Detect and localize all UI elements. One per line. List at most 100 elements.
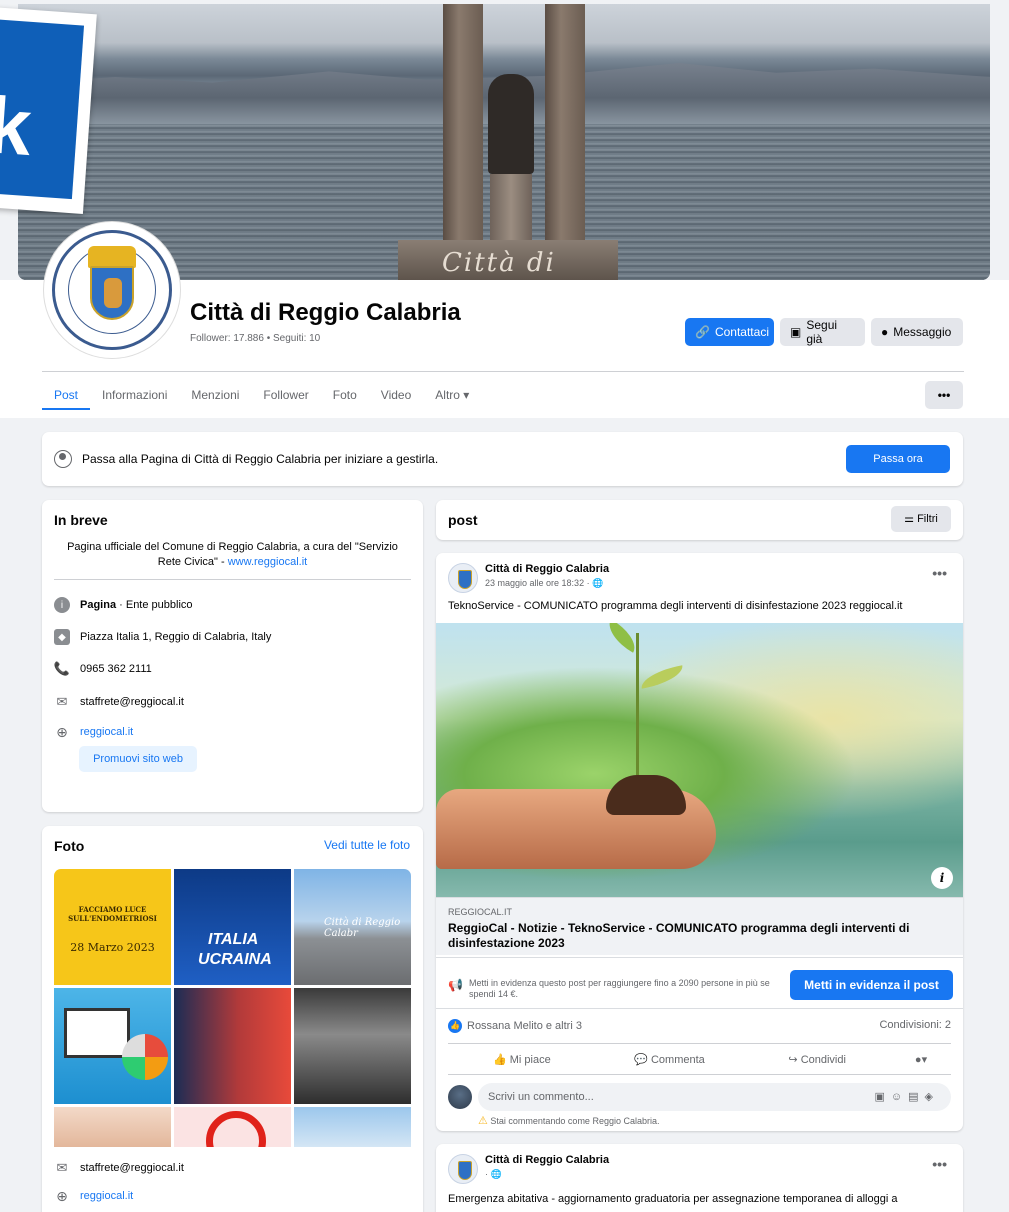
link-icon: 🔗: [695, 325, 710, 339]
intro-phone-row: 📞 0965 362 2111: [54, 660, 152, 678]
switch-page-banner: Passa alla Pagina di Città di Reggio Cal…: [42, 432, 963, 486]
switch-now-button[interactable]: Passa ora: [846, 445, 950, 473]
intro-address-row: ◆ Piazza Italia 1, Reggio di Calabria, I…: [54, 628, 271, 646]
photo3-text: Città di Reggio Calabr: [324, 917, 401, 939]
page-avatar[interactable]: [44, 222, 180, 358]
comment-button-label: Commenta: [650, 1053, 705, 1066]
photo-thumbnail[interactable]: [294, 1107, 411, 1147]
emoji-icon[interactable]: ☺: [891, 1091, 908, 1103]
photo-thumbnail[interactable]: ITALIA UCRAINA: [174, 869, 291, 985]
info-icon: i: [54, 597, 70, 613]
tab-follower[interactable]: Follower: [251, 380, 320, 410]
tab-post[interactable]: Post: [42, 380, 91, 410]
post-timestamp[interactable]: · 🌐: [485, 1169, 502, 1180]
info-icon[interactable]: i: [931, 867, 953, 889]
photo1-date: 28 Marzo 2023: [70, 941, 155, 954]
intro-email[interactable]: staffrete@reggiocal.it: [80, 696, 184, 708]
photo-thumbnail[interactable]: [54, 1107, 171, 1147]
following-button[interactable]: ▣ Segui già: [780, 318, 865, 346]
seedling-leaf: [638, 665, 686, 689]
intro-card: In breve Pagina ufficiale del Comune di …: [42, 500, 423, 812]
reactions-text: Rossana Melito e altri 3: [467, 1020, 582, 1032]
share-button-label: Condividi: [800, 1053, 846, 1066]
post-author-avatar[interactable]: [448, 1154, 478, 1184]
photo1-title: FACCIAMO LUCE SULL'ENDOMETRIOSI: [68, 905, 157, 923]
post-author-name[interactable]: Città di Reggio Calabria: [485, 1154, 609, 1166]
post-timestamp[interactable]: 23 maggio alle ore 18:32 · 🌐: [485, 578, 603, 589]
page-tabs: Post Informazioni Menzioni Follower Foto…: [42, 380, 481, 410]
follow-check-icon: ▣: [790, 325, 802, 339]
prohibited-sign-icon: [206, 1111, 266, 1147]
intro-divider: [54, 579, 411, 580]
sticker-icon[interactable]: ▣: [874, 1091, 890, 1103]
post-as-selector[interactable]: ●▾: [891, 1053, 951, 1066]
tab-menzioni[interactable]: Menzioni: [179, 380, 251, 410]
page-avatar-mini-icon: ●▾: [914, 1053, 928, 1066]
post-more-icon[interactable]: •••: [932, 565, 947, 581]
intro-website-row: ⊕ reggiocal.it: [54, 723, 133, 741]
filters-button-label: Filtri: [917, 513, 938, 525]
like-button-label: Mi piace: [509, 1053, 551, 1066]
post-card: Città di Reggio Calabria 23 maggio alle …: [436, 553, 963, 1131]
photos-website-link[interactable]: reggiocal.it: [80, 1190, 133, 1202]
see-all-photos-link[interactable]: Vedi tutte le foto: [324, 838, 410, 852]
photo2-line1: ITALIA: [208, 931, 259, 948]
link-title: ReggioCal - Notizie - TeknoService - COM…: [448, 921, 910, 950]
cover-statue: [488, 74, 534, 174]
tab-altro[interactable]: Altro ▾: [423, 380, 481, 410]
seedling-stem: [636, 633, 639, 783]
cover-statue-base: [490, 174, 532, 244]
post-author-name[interactable]: Città di Reggio Calabria: [485, 563, 609, 575]
photo-thumbnail[interactable]: [54, 988, 171, 1104]
crest-shield-icon: [90, 266, 134, 320]
filters-button[interactable]: ⚌ Filtri: [891, 506, 951, 532]
post-more-icon[interactable]: •••: [932, 1156, 947, 1172]
message-button-label: Messaggio: [893, 325, 952, 339]
post-author-avatar[interactable]: [448, 563, 478, 593]
contact-button[interactable]: 🔗 Contattaci: [685, 318, 774, 346]
banner-text: Passa alla Pagina di Città di Reggio Cal…: [82, 452, 439, 466]
photo2-line2: UCRAINA: [198, 951, 272, 968]
photo-thumbnail[interactable]: [174, 1107, 291, 1147]
comment-button[interactable]: 💬 Commenta: [596, 1053, 744, 1066]
page-follower-stats[interactable]: Follower: 17.886 • Seguiti: 10: [190, 333, 320, 344]
intro-bio-link[interactable]: www.reggiocal.it: [228, 556, 307, 568]
contact-button-label: Contattaci: [714, 325, 769, 339]
tab-foto[interactable]: Foto: [321, 380, 369, 410]
link-domain: REGGIOCAL.IT: [448, 907, 513, 917]
link-preview[interactable]: REGGIOCAL.IT ReggioCal - Notizie - Tekno…: [436, 897, 963, 955]
intro-website-link[interactable]: reggiocal.it: [80, 726, 133, 738]
tab-video[interactable]: Video: [369, 380, 423, 410]
cover-overlay-text: Città di: [442, 248, 556, 278]
photo-thumbnail[interactable]: [174, 988, 291, 1104]
megaphone-icon: 📢: [448, 978, 463, 992]
share-button[interactable]: ↪ Condividi: [743, 1053, 891, 1066]
promote-website-button[interactable]: Promuovi sito web: [79, 746, 197, 772]
boost-text: Metti in evidenza questo post per raggiu…: [469, 978, 770, 999]
like-button[interactable]: 👍 Mi piace: [448, 1053, 596, 1066]
feed-title: post: [448, 512, 478, 528]
gif-icon[interactable]: ▤: [908, 1091, 924, 1103]
photo-thumbnail[interactable]: FACCIAMO LUCE SULL'ENDOMETRIOSI 28 Marzo…: [54, 869, 171, 985]
boost-post-button[interactable]: Metti in evidenza il post: [790, 970, 953, 1000]
message-button[interactable]: ● Messaggio: [871, 318, 963, 346]
photo-thumbnail[interactable]: [294, 988, 411, 1104]
phone-icon: 📞: [53, 661, 71, 676]
post-link-image[interactable]: i: [436, 623, 963, 897]
photo-thumbnail[interactable]: Città di Reggio Calabr: [294, 869, 411, 985]
boost-panel: 📢 Metti in evidenza questo post per ragg…: [436, 957, 963, 1009]
photos-email[interactable]: staffrete@reggiocal.it: [80, 1162, 184, 1174]
facebook-logo-glyph: k: [0, 80, 35, 173]
monitor-illustration: [64, 1008, 130, 1058]
intro-category: Pagina · Ente pubblico: [80, 599, 193, 611]
shares-count[interactable]: Condivisioni: 2: [879, 1019, 951, 1031]
more-options-button[interactable]: •••: [925, 381, 963, 409]
cover-pillar-left: [443, 4, 483, 244]
comment-composer: Scrivi un commento... ▣☺▤◈: [448, 1083, 951, 1111]
attach-icon[interactable]: ◈: [925, 1091, 939, 1103]
cover-photo[interactable]: Città di: [18, 4, 990, 280]
facebook-logo-tile: k: [0, 18, 85, 200]
email-icon: ✉: [56, 694, 68, 709]
reactions-summary[interactable]: 👍 Rossana Melito e altri 3: [448, 1019, 582, 1033]
tab-informazioni[interactable]: Informazioni: [90, 380, 179, 410]
